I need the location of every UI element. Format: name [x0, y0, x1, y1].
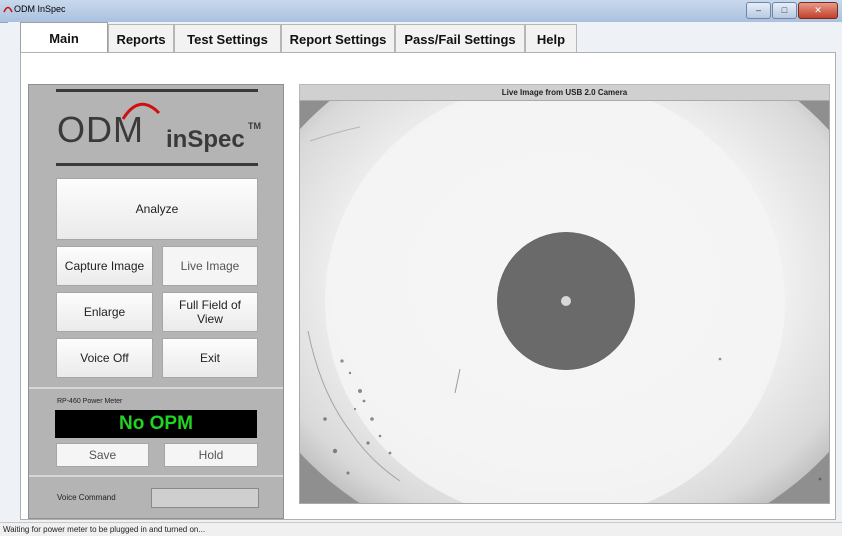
status-bar: Waiting for power meter to be plugged in… — [0, 522, 842, 536]
hold-button[interactable]: Hold — [164, 443, 258, 467]
live-camera-view[interactable] — [299, 100, 830, 504]
tab-main[interactable]: Main — [20, 22, 108, 53]
analyze-button[interactable]: Analyze — [56, 178, 258, 240]
close-button[interactable]: ✕ — [798, 2, 838, 19]
logo-top-rule — [56, 89, 258, 92]
section-divider-2 — [29, 475, 283, 477]
tab-test-settings[interactable]: Test Settings — [174, 24, 281, 53]
capture-image-button[interactable]: Capture Image — [56, 246, 153, 286]
tab-report-settings[interactable]: Report Settings — [281, 24, 395, 53]
enlarge-button[interactable]: Enlarge — [56, 292, 153, 332]
maximize-button[interactable]: □ — [772, 2, 797, 19]
tab-help[interactable]: Help — [525, 24, 577, 53]
voice-command-label: Voice Command — [57, 493, 116, 502]
logo-odm-text: ODM — [57, 109, 144, 150]
title-bar: ODM InSpec – □ ✕ — [0, 0, 842, 23]
control-panel: ODM inSpec TM Analyze Capture Image Live… — [28, 84, 284, 519]
live-image-button[interactable]: Live Image — [162, 246, 258, 286]
tab-pass-fail-settings[interactable]: Pass/Fail Settings — [395, 24, 525, 53]
window-title: ODM InSpec — [14, 4, 66, 14]
voice-command-field[interactable] — [151, 488, 259, 508]
minimize-button[interactable]: – — [746, 2, 771, 19]
fiber-endface-image — [300, 101, 829, 503]
logo-inspec-text: inSpec — [166, 126, 245, 153]
section-divider — [29, 387, 283, 389]
exit-button[interactable]: Exit — [162, 338, 258, 378]
app-icon — [3, 6, 13, 13]
logo-bottom-rule — [56, 163, 258, 166]
tab-reports[interactable]: Reports — [108, 24, 174, 53]
full-field-of-view-button[interactable]: Full Field of View — [162, 292, 258, 332]
status-text: Waiting for power meter to be plugged in… — [3, 525, 206, 534]
window-controls: – □ ✕ — [746, 2, 838, 19]
voice-off-button[interactable]: Voice Off — [56, 338, 153, 378]
power-meter-display: No OPM — [55, 410, 257, 438]
logo-trademark: TM — [248, 121, 261, 131]
camera-header: Live Image from USB 2.0 Camera — [299, 84, 830, 101]
tab-bar: Main Reports Test Settings Report Settin… — [20, 22, 577, 53]
power-meter-label: RP-460 Power Meter — [57, 398, 123, 405]
save-button[interactable]: Save — [56, 443, 149, 467]
